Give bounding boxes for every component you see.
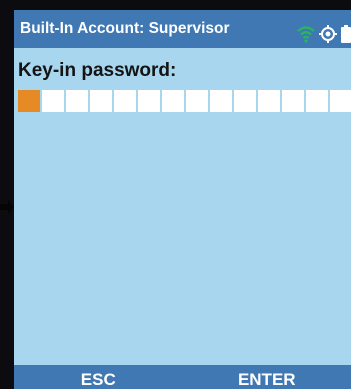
- password-char-box: [138, 90, 160, 112]
- password-char-box-active: [18, 90, 40, 112]
- password-char-box: [210, 90, 232, 112]
- password-char-box: [66, 90, 88, 112]
- device-photo: Built-In Account: Supervisor Key-in pass…: [0, 0, 351, 389]
- password-char-box: [306, 90, 328, 112]
- title-bar: Built-In Account: Supervisor: [14, 10, 351, 48]
- password-char-box: [330, 90, 351, 112]
- enter-button[interactable]: ENTER: [183, 365, 351, 389]
- battery-icon: [341, 20, 351, 43]
- password-char-box: [162, 90, 184, 112]
- password-char-box: [42, 90, 64, 112]
- password-char-box: [282, 90, 304, 112]
- password-char-box: [258, 90, 280, 112]
- password-char-box: [186, 90, 208, 112]
- gps-icon: [319, 20, 337, 43]
- account-title: Built-In Account: Supervisor: [20, 20, 230, 37]
- password-char-box: [90, 90, 112, 112]
- password-input[interactable]: [18, 90, 351, 112]
- status-icons: [281, 10, 351, 48]
- password-char-box: [234, 90, 256, 112]
- softkey-bar: ESC ENTER: [14, 365, 351, 389]
- password-char-box: [114, 90, 136, 112]
- wifi-icon: [297, 20, 315, 43]
- esc-button[interactable]: ESC: [14, 365, 183, 389]
- password-prompt-label: Key-in password:: [18, 60, 177, 81]
- device-screen: Built-In Account: Supervisor Key-in pass…: [14, 10, 351, 389]
- pointer-arrow-icon: [0, 200, 14, 214]
